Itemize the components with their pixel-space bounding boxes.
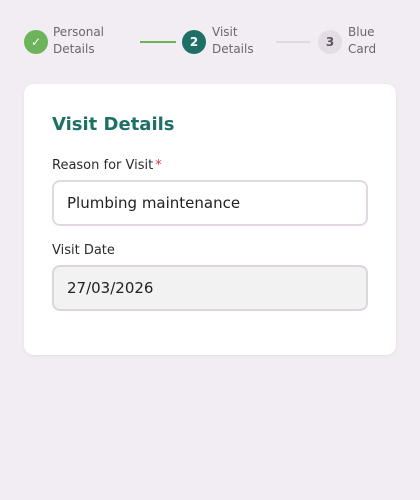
step-3-label-line2: Card (348, 42, 377, 56)
reason-label-text: Reason for Visit (52, 158, 154, 173)
step-2-number: 2 (189, 35, 199, 49)
step-1-number: ✓ (30, 35, 42, 49)
reason-label: Reason for Visit * (52, 158, 162, 173)
reason-input[interactable] (52, 180, 368, 226)
step-2-label-line2: Details (212, 42, 254, 56)
step-2-label: Visit Details (212, 24, 254, 58)
step-3-indicator: 3 (318, 30, 342, 54)
step-3-label: Blue Card (348, 24, 376, 58)
step-2-indicator: 2 (182, 30, 206, 54)
step-1-check-icon: ✓ (24, 30, 48, 54)
step-1-label: Personal Details (53, 24, 104, 58)
step-2-label-line1: Visit (212, 25, 238, 39)
step-3-label-line1: Blue (348, 25, 375, 39)
visit-date-label: Visit Date (52, 243, 115, 258)
visit-details-card: Visit Details Reason for Visit* Visit Da… (24, 84, 396, 355)
step-1-label-line1: Personal (53, 25, 105, 39)
step-connector-2 (276, 41, 310, 43)
progress-stepper: ✓ Personal Details 2 Visit Details 3 Blu… (0, 0, 420, 84)
step-3-number: 3 (325, 35, 335, 49)
required-asterisk: * (155, 158, 162, 173)
step-connector-1 (140, 41, 176, 43)
visit-date-input[interactable] (52, 265, 368, 311)
step-1-label-line2: Details (53, 42, 95, 56)
card-title: Visit Details (52, 114, 175, 135)
